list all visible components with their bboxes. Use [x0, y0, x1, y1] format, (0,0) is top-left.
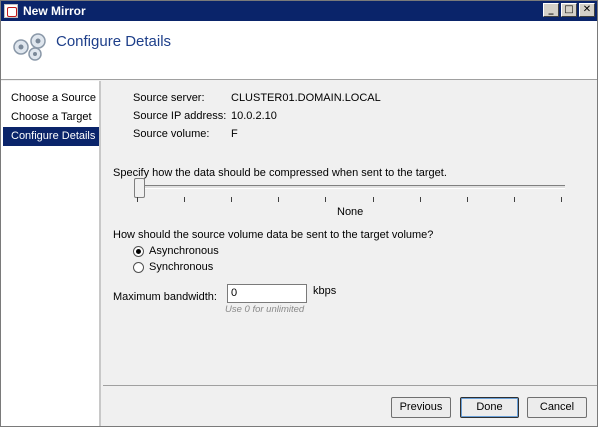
slider-tick — [514, 197, 515, 202]
asynchronous-label: Asynchronous — [149, 245, 219, 257]
window-title: New Mirror — [23, 4, 86, 18]
minimize-button[interactable]: _ — [543, 3, 559, 17]
synchronous-radio[interactable]: Synchronous — [133, 260, 213, 274]
source-ip-label: Source IP address: — [133, 110, 227, 122]
slider-tick — [420, 197, 421, 202]
slider-tick — [231, 197, 232, 202]
source-server-label: Source server: — [133, 92, 205, 104]
source-ip-value: 10.0.2.10 — [231, 110, 277, 122]
nav-item-choose-target[interactable]: Choose a Target — [3, 108, 99, 127]
slider-tick — [467, 197, 468, 202]
compression-label: Specify how the data should be compresse… — [113, 167, 447, 179]
slider-thumb[interactable] — [134, 178, 145, 198]
maximize-button[interactable]: □ — [561, 3, 577, 17]
source-volume-label: Source volume: — [133, 128, 210, 140]
slider-tick — [325, 197, 326, 202]
wizard-footer: Previous Done Cancel — [103, 385, 597, 426]
main-panel: Source server: CLUSTER01.DOMAIN.LOCAL So… — [103, 81, 597, 386]
app-icon — [4, 4, 18, 18]
slider-tick — [278, 197, 279, 202]
source-server-value: CLUSTER01.DOMAIN.LOCAL — [231, 92, 381, 104]
radio-dot — [133, 245, 144, 257]
slider-tick — [561, 197, 562, 202]
slider-tick — [137, 197, 138, 202]
new-mirror-window: New Mirror _ □ ✕ Configure Details Choos… — [0, 0, 598, 427]
bandwidth-hint: Use 0 for unlimited — [225, 304, 305, 315]
source-volume-value: F — [231, 128, 238, 140]
asynchronous-radio[interactable]: Asynchronous — [133, 244, 219, 258]
wizard-nav: Choose a Source Choose a Target Configur… — [1, 81, 101, 426]
bandwidth-unit: kbps — [313, 285, 337, 297]
page-title: Configure Details — [56, 33, 172, 50]
previous-button[interactable]: Previous — [391, 397, 451, 418]
slider-tick — [184, 197, 185, 202]
nav-item-choose-source[interactable]: Choose a Source — [3, 89, 99, 108]
bandwidth-input[interactable]: 0 — [227, 284, 307, 303]
synchronous-label: Synchronous — [149, 261, 214, 273]
mirror-wizard-icon — [13, 33, 46, 61]
transfer-mode-label: How should the source volume data be sen… — [113, 229, 434, 241]
cancel-button[interactable]: Cancel — [527, 397, 587, 418]
compression-level-text: None — [337, 206, 364, 218]
bandwidth-label: Maximum bandwidth: — [113, 291, 217, 303]
slider-tick — [373, 197, 374, 202]
done-button[interactable]: Done — [460, 397, 519, 418]
wizard-header: Configure Details — [1, 21, 597, 80]
radio-dot — [133, 261, 144, 273]
title-bar: New Mirror _ □ ✕ — [1, 1, 597, 21]
slider-track — [137, 185, 565, 189]
nav-item-configure-details[interactable]: Configure Details — [3, 127, 99, 146]
window-controls: _ □ ✕ — [543, 3, 595, 17]
close-button[interactable]: ✕ — [579, 3, 595, 17]
